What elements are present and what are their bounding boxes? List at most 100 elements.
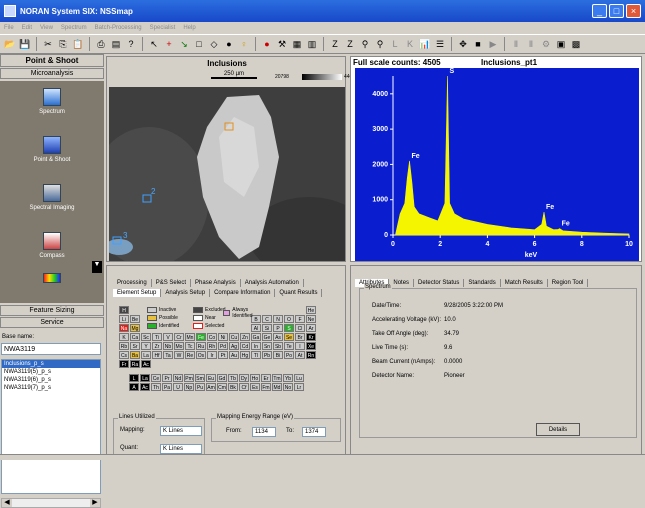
element-cell-kr[interactable]: Kr: [306, 333, 316, 341]
sem-image[interactable]: 2 3: [109, 87, 345, 261]
element-cell-cu[interactable]: Cu: [229, 333, 239, 341]
tab-detector-status[interactable]: Detector Status: [414, 279, 465, 287]
list-item[interactable]: NWA3119(7)_p_s: [2, 384, 100, 392]
move-icon[interactable]: ✥: [457, 38, 469, 50]
scroll-right-icon[interactable]: ▶: [90, 499, 100, 507]
element-cell-ba[interactable]: Ba: [130, 351, 140, 359]
tab-analysis-setup[interactable]: Analysis Setup: [161, 289, 211, 297]
tab-match-results[interactable]: Match Results: [501, 279, 548, 287]
element-cell-rn[interactable]: Rn: [306, 351, 316, 359]
element-cell-zn[interactable]: Zn: [240, 333, 250, 341]
element-cell-ta[interactable]: Ta: [163, 351, 173, 359]
element-cell-es[interactable]: Es: [250, 383, 260, 391]
element-cell-f[interactable]: F: [295, 315, 305, 323]
element-cell-sb[interactable]: Sb: [273, 342, 283, 350]
save-icon[interactable]: 💾: [19, 38, 31, 50]
crosshair-icon[interactable]: +: [163, 38, 175, 50]
element-cell-pu[interactable]: Pu: [195, 383, 205, 391]
element-cell-c[interactable]: C: [262, 315, 272, 323]
element-cell-hf[interactable]: Hf: [152, 351, 162, 359]
element-cell-np[interactable]: Np: [184, 383, 194, 391]
maximize-button[interactable]: □: [609, 4, 624, 18]
element-cell-am[interactable]: Am: [206, 383, 216, 391]
marker-2[interactable]: 2: [151, 187, 155, 196]
element-cell-bi[interactable]: Bi: [273, 351, 283, 359]
element-cell-u[interactable]: U: [173, 383, 183, 391]
feature-sizing-button[interactable]: Feature Sizing: [0, 305, 104, 316]
element-cell-ac[interactable]: Ac: [141, 360, 151, 368]
element-cell-sm[interactable]: Sm: [195, 374, 205, 382]
element-cell-v[interactable]: V: [163, 333, 173, 341]
mode-point-shoot[interactable]: Point & Shoot: [0, 129, 104, 177]
close-button[interactable]: ×: [626, 4, 641, 18]
element-cell-sc[interactable]: Sc: [141, 333, 151, 341]
element-cell-bk[interactable]: Bk: [228, 383, 238, 391]
element-cell-ti[interactable]: Ti: [152, 333, 162, 341]
element-cell-p[interactable]: P: [273, 324, 283, 332]
mode-spectral-imaging[interactable]: Spectral Imaging: [0, 177, 104, 225]
element-cell-ac[interactable]: Ac: [140, 383, 150, 391]
element-cell-s[interactable]: S: [284, 324, 294, 332]
stop-icon[interactable]: ■: [472, 38, 484, 50]
element-cell-pt[interactable]: Pt: [218, 351, 228, 359]
tab-standards[interactable]: Standards: [464, 279, 501, 287]
element-cell-mg[interactable]: Mg: [130, 324, 140, 332]
element-cell-tm[interactable]: Tm: [272, 374, 282, 382]
element-cell-au[interactable]: Au: [229, 351, 239, 359]
line-icon[interactable]: L: [389, 38, 401, 50]
paste-icon[interactable]: 📋: [72, 38, 84, 50]
grid-icon[interactable]: ▥: [306, 38, 318, 50]
element-cell-fe[interactable]: Fe: [196, 333, 206, 341]
element-cell-re[interactable]: Re: [185, 351, 195, 359]
menu-help[interactable]: Help: [183, 25, 195, 31]
element-cell-md[interactable]: Md: [272, 383, 282, 391]
tab-notes[interactable]: Notes: [389, 279, 415, 287]
service-button[interactable]: Service: [0, 317, 104, 328]
mapping-select[interactable]: K Lines: [160, 426, 202, 436]
element-cell-gd[interactable]: Gd: [217, 374, 227, 382]
lines-icon[interactable]: ☰: [434, 38, 446, 50]
element-cell-ra[interactable]: Ra: [130, 360, 140, 368]
cursor-icon[interactable]: ↖: [148, 38, 160, 50]
element-cell-he[interactable]: He: [306, 306, 316, 314]
element-cell-cd[interactable]: Cd: [240, 342, 250, 350]
menu-edit[interactable]: Edit: [22, 25, 32, 31]
element-cell-ar[interactable]: Ar: [306, 324, 316, 332]
element-cell-eu[interactable]: Eu: [206, 374, 216, 382]
cut-icon[interactable]: ✂: [42, 38, 54, 50]
microanalysis-button[interactable]: Microanalysis: [0, 68, 104, 79]
element-cell-cf[interactable]: Cf: [239, 383, 249, 391]
menu-view[interactable]: View: [40, 25, 53, 31]
element-cell-cm[interactable]: Cm: [217, 383, 227, 391]
pause-icon[interactable]: Ⅱ: [510, 38, 522, 50]
tab-region-tool[interactable]: Region Tool: [548, 279, 589, 287]
settings-icon[interactable]: ⚙: [540, 38, 552, 50]
details-button[interactable]: Details: [536, 423, 580, 436]
scroll-left-icon[interactable]: ◀: [2, 499, 12, 507]
element-cell-yb[interactable]: Yb: [283, 374, 293, 382]
element-cell-ne[interactable]: Ne: [306, 315, 316, 323]
file-list[interactable]: Inclusions_p_s NWA3119(5)_p_s NWA3119(6)…: [1, 359, 101, 494]
rectangle-icon[interactable]: □: [193, 38, 205, 50]
element-cell-ge[interactable]: Ge: [262, 333, 272, 341]
element-cell-er[interactable]: Er: [261, 374, 271, 382]
element-cell-pd[interactable]: Pd: [218, 342, 228, 350]
element-cell-ga[interactable]: Ga: [251, 333, 261, 341]
contrast-gradient[interactable]: [302, 74, 342, 80]
base-name-input[interactable]: NWA3119: [1, 343, 101, 355]
element-cell-rb[interactable]: Rb: [119, 342, 129, 350]
element-cell-br[interactable]: Br: [295, 333, 305, 341]
point-icon[interactable]: ●: [223, 38, 235, 50]
copy-icon[interactable]: ⎘: [57, 38, 69, 50]
element-cell-ce[interactable]: Ce: [151, 374, 161, 382]
element-cell-se[interactable]: Se: [284, 333, 294, 341]
print-icon[interactable]: ⎙: [95, 38, 107, 50]
element-cell-hg[interactable]: Hg: [240, 351, 250, 359]
element-cell-te[interactable]: Te: [284, 342, 294, 350]
menu-batch[interactable]: Batch-Processing: [95, 25, 142, 31]
element-cell-cl[interactable]: Cl: [295, 324, 305, 332]
element-cell-xe[interactable]: Xe: [306, 342, 316, 350]
element-icon[interactable]: ⚒: [276, 38, 288, 50]
marker-3[interactable]: 3: [123, 231, 127, 240]
play-icon[interactable]: ▶: [487, 38, 499, 50]
